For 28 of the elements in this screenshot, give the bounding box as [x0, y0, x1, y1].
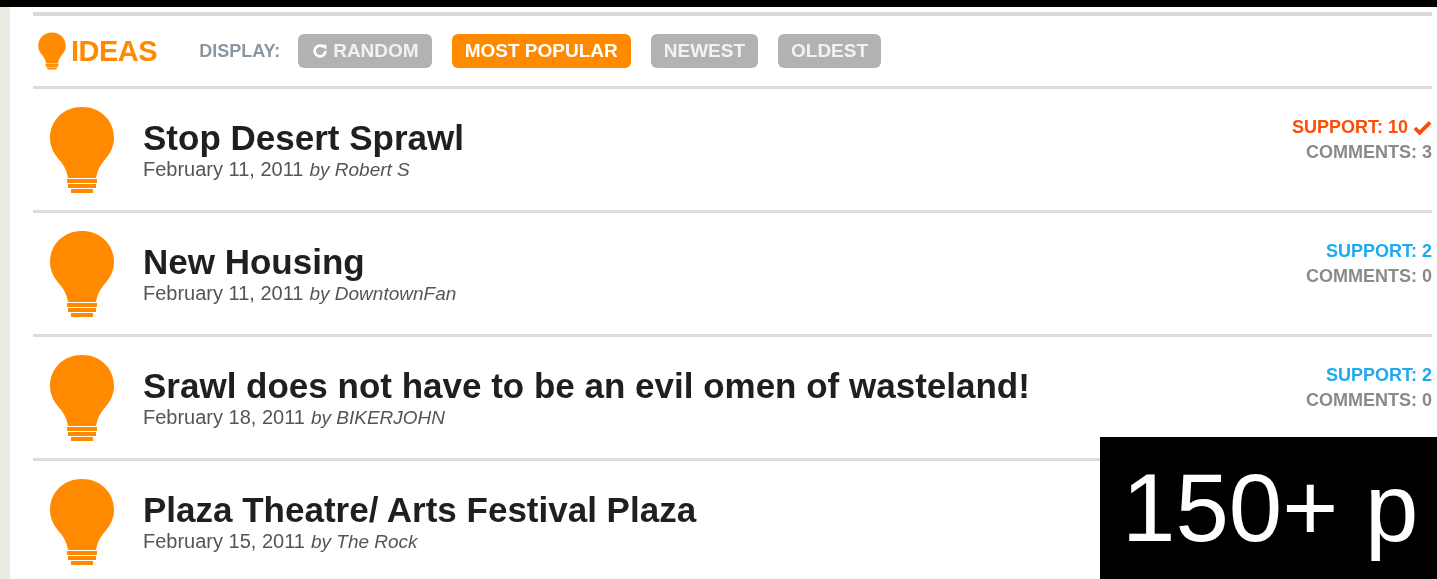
comment-count: COMMENTS: 3 [1306, 142, 1432, 163]
idea-author: by DowntownFan [309, 283, 457, 305]
refresh-icon [311, 42, 330, 60]
idea-author: by Robert S [309, 159, 410, 181]
overlay-caption: 150+ p [1100, 437, 1437, 579]
lightbulb-icon [47, 104, 117, 195]
lightbulb-icon [37, 31, 67, 71]
idea-title-link[interactable]: Srawl does not have to be an evil omen of wasteland! [143, 365, 1030, 407]
support-count: SUPPORT: 2 [1325, 365, 1432, 386]
idea-date: February 11, 2011 [143, 282, 304, 305]
idea-date: February 15, 2011 [143, 530, 305, 553]
check-icon [1413, 119, 1432, 136]
idea-title-link[interactable]: Stop Desert Sprawl [143, 117, 464, 159]
lightbulb-icon [47, 352, 117, 443]
lightbulb-icon [47, 476, 117, 567]
idea-date: February 11, 2011 [143, 158, 304, 181]
comment-count: COMMENTS: 0 [1306, 266, 1432, 287]
idea-author: by BIKERJOHN [310, 407, 446, 429]
comment-count: COMMENTS: 0 [1306, 390, 1432, 411]
idea-author: by The Rock [310, 531, 418, 553]
section-title: IDEAS [71, 34, 158, 68]
support-count: SUPPORT: 2 [1325, 241, 1432, 262]
support-count: SUPPORT: 10 [1291, 117, 1408, 138]
idea-title-link[interactable]: Plaza Theatre/ Arts Festival Plaza [143, 489, 697, 531]
idea-date: February 18, 2011 [143, 406, 305, 429]
display-label: DISPLAY: [199, 40, 281, 62]
idea-title-link[interactable]: New Housing [143, 241, 365, 283]
lightbulb-icon [47, 228, 117, 319]
